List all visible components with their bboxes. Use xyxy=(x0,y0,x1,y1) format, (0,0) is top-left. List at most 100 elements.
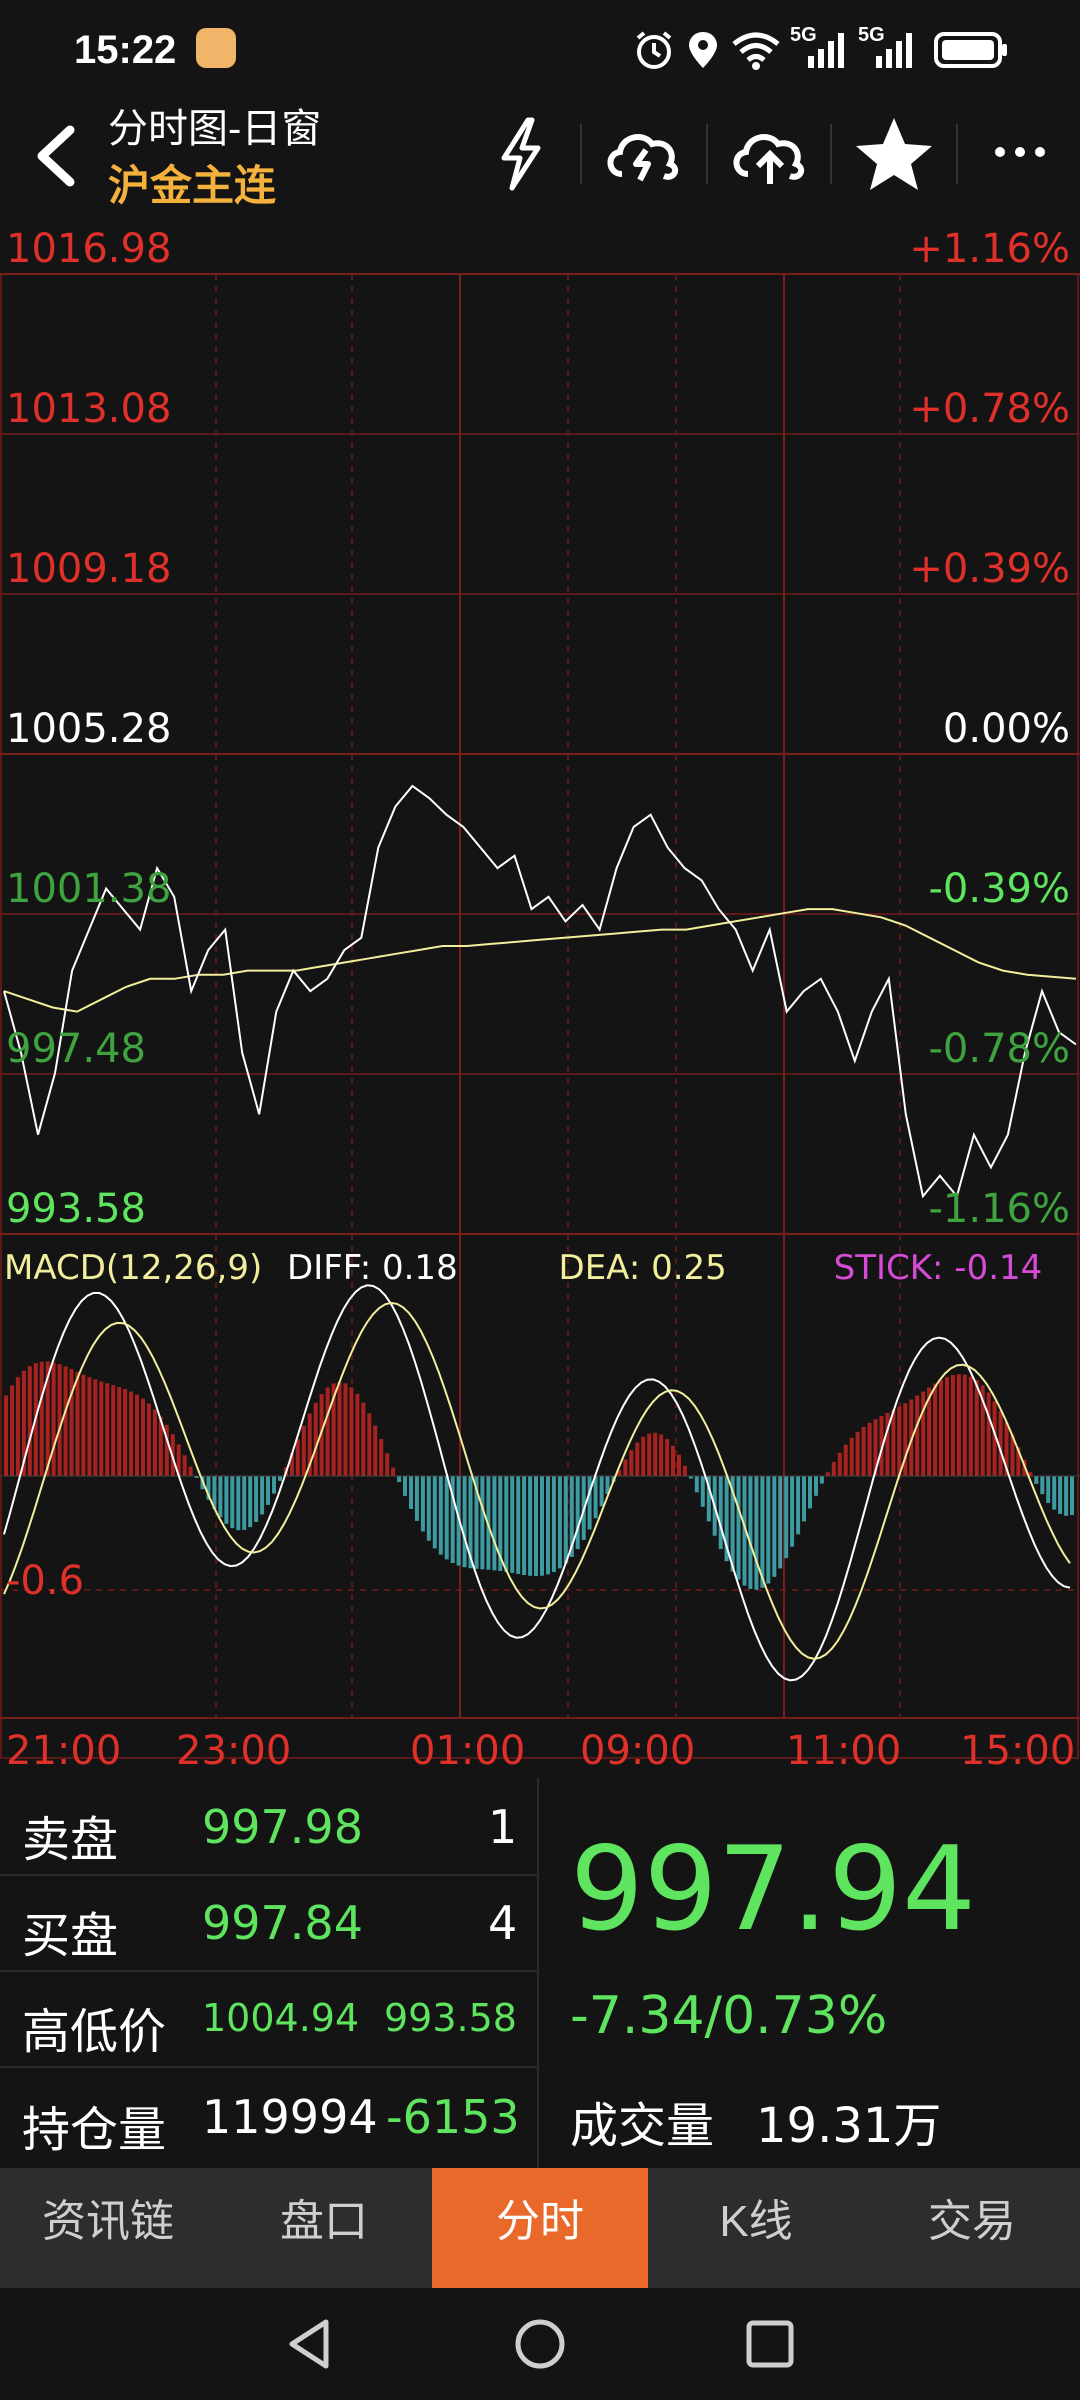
macd-bar xyxy=(855,1431,860,1476)
macd-bar xyxy=(1052,1476,1057,1510)
macd-bar xyxy=(825,1472,830,1476)
macd-bar xyxy=(629,1450,634,1476)
macd-bar xyxy=(653,1432,658,1476)
macd-bar xyxy=(921,1391,926,1476)
macd-bar xyxy=(343,1383,348,1476)
macd-bar xyxy=(682,1465,687,1476)
price-tick-label: 1001.38 xyxy=(6,866,172,912)
macd-bar xyxy=(623,1459,628,1476)
macd-bar xyxy=(462,1476,467,1568)
price-change: -7.34/0.73% xyxy=(570,1986,888,2046)
macd-bar xyxy=(551,1476,556,1572)
macd-bar xyxy=(843,1444,848,1476)
price-tick-label: 1016.98 xyxy=(6,226,172,272)
macd-bar xyxy=(409,1476,413,1509)
tab-kline[interactable]: K线 xyxy=(648,2168,864,2288)
macd-bar xyxy=(105,1383,110,1476)
macd-bar xyxy=(665,1439,670,1476)
macd-bar xyxy=(123,1389,128,1476)
more-options-icon[interactable] xyxy=(970,108,1070,198)
macd-bar xyxy=(426,1476,431,1541)
macd-legend: MACD(12,26,9) DIFF: 0.18 DEA: 0.25 STICK… xyxy=(4,1248,1042,1288)
system-nav-bar xyxy=(0,2288,1080,2400)
nav-back-icon[interactable] xyxy=(282,2316,338,2372)
macd-bar xyxy=(516,1476,521,1574)
macd-bar xyxy=(63,1366,68,1476)
nav-recents-icon[interactable] xyxy=(742,2316,798,2372)
macd-bar xyxy=(93,1379,98,1476)
cloud-upload-icon[interactable] xyxy=(720,108,820,198)
app-notification-icon xyxy=(196,28,236,68)
tab-intraday[interactable]: 分时 xyxy=(432,2168,648,2288)
macd-bar xyxy=(1058,1476,1063,1514)
sell-label: 卖盘 xyxy=(22,1814,119,1867)
macd-bar xyxy=(950,1375,955,1476)
macd-bar xyxy=(337,1382,342,1476)
macd-bar xyxy=(772,1476,777,1577)
macd-bar xyxy=(242,1476,247,1530)
pct-tick-label: +1.16% xyxy=(909,226,1070,272)
macd-bar xyxy=(933,1383,938,1476)
macd-bar xyxy=(635,1442,640,1476)
header-separator xyxy=(956,124,958,184)
macd-bar xyxy=(593,1476,598,1519)
macd-bar xyxy=(260,1476,265,1515)
macd-bar xyxy=(534,1476,538,1577)
macd-bar xyxy=(152,1409,157,1476)
high-low-row: 高低价 1004.94 993.58 xyxy=(0,1970,537,2068)
macd-bar xyxy=(754,1476,759,1590)
macd-bar xyxy=(492,1476,497,1571)
low-price: 993.58 xyxy=(384,1996,517,2040)
time-tick-label: 23:00 xyxy=(176,1728,292,1774)
macd-bar xyxy=(546,1476,550,1575)
macd-bar xyxy=(355,1393,360,1476)
macd-bar xyxy=(254,1476,259,1522)
macd-dea-value: DEA: 0.25 xyxy=(558,1248,727,1288)
macd-bar xyxy=(671,1445,675,1476)
price-tick-label: 997.48 xyxy=(6,1026,146,1072)
macd-bar xyxy=(188,1466,193,1476)
macd-bar xyxy=(117,1387,122,1476)
macd-bar xyxy=(867,1422,872,1476)
macd-bar xyxy=(891,1409,896,1476)
price-tick-label: 1013.08 xyxy=(6,386,172,432)
pct-tick-label: 0.00% xyxy=(942,706,1070,752)
macd-bar xyxy=(968,1376,973,1476)
macd-bar xyxy=(1034,1476,1039,1484)
quote-divider xyxy=(537,1778,539,2168)
macd-diff-value: DIFF: 0.18 xyxy=(287,1248,458,1288)
macd-bar xyxy=(974,1380,979,1476)
intraday-chart[interactable] xyxy=(0,210,1080,1770)
macd-bar xyxy=(301,1425,306,1476)
macd-bar xyxy=(224,1476,229,1524)
macd-bar xyxy=(1046,1476,1051,1503)
header-separator xyxy=(580,124,582,184)
tab-trade[interactable]: 交易 xyxy=(864,2168,1080,2288)
tab-order-book[interactable]: 盘口 xyxy=(216,2168,432,2288)
macd-bar xyxy=(861,1427,866,1476)
macd-bar xyxy=(248,1476,253,1528)
cloud-sync-icon[interactable] xyxy=(594,108,694,198)
header-separator xyxy=(830,124,832,184)
instrument-name: 沪金主连 xyxy=(108,162,277,209)
macd-bar xyxy=(897,1406,902,1476)
favorite-star-icon[interactable] xyxy=(844,108,944,198)
nav-home-icon[interactable] xyxy=(512,2316,568,2372)
macd-bar xyxy=(599,1476,604,1507)
back-button[interactable] xyxy=(22,116,92,196)
macd-bar xyxy=(272,1476,276,1494)
macd-bar xyxy=(432,1476,437,1549)
open-interest-row: 持仓量 119994 -6153 xyxy=(0,2066,537,2162)
macd-bar xyxy=(379,1439,384,1476)
macd-bar xyxy=(945,1377,949,1476)
macd-bar xyxy=(141,1398,145,1476)
tab-news-chain[interactable]: 资讯链 xyxy=(0,2168,216,2288)
average-price-line xyxy=(3,908,1077,1013)
macd-bar xyxy=(361,1402,366,1476)
macd-bar xyxy=(295,1439,300,1476)
lightning-icon[interactable] xyxy=(470,108,570,198)
location-icon xyxy=(689,32,717,68)
page-title: 分时图-日窗 xyxy=(108,107,322,151)
macd-bar xyxy=(1040,1476,1045,1495)
macd-bar xyxy=(15,1377,20,1476)
